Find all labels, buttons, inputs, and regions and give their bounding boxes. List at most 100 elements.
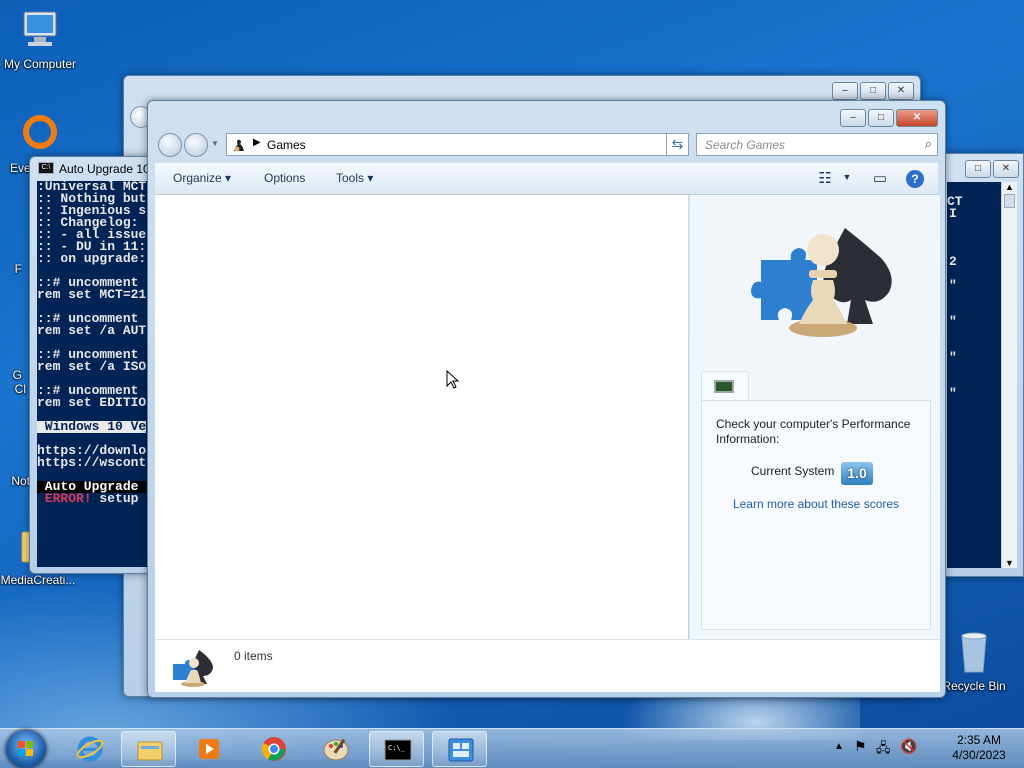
taskbar-command-prompt[interactable]: C:\_ <box>369 731 424 767</box>
search-placeholder: Search Games <box>705 138 786 152</box>
folder-icon <box>137 741 163 761</box>
media-player-icon <box>199 739 219 759</box>
close-button[interactable]: ✕ <box>896 109 938 127</box>
paint-palette-icon <box>323 738 349 761</box>
desktop-icon-my-computer[interactable]: My Computer <box>0 8 82 71</box>
change-view-icon[interactable]: ☷ <box>815 169 835 189</box>
close-button[interactable]: ✕ <box>888 82 914 100</box>
internet-explorer-icon <box>76 736 104 762</box>
console-output: :Universal MCT :: Nothing but :: Ingenio… <box>37 181 156 567</box>
console-line: rem set /a ISO <box>37 359 147 374</box>
performance-tab[interactable] <box>701 371 749 401</box>
computer-icon <box>23 11 57 46</box>
scroll-down-arrow-icon[interactable]: ▼ <box>1002 558 1017 568</box>
minimize-button[interactable]: – <box>840 109 866 127</box>
vertical-scrollbar[interactable]: ▲ ▼ <box>1001 182 1017 568</box>
console-char: I <box>949 206 957 221</box>
search-icon[interactable]: ⌕ <box>925 136 932 152</box>
console-window[interactable]: C:\ Auto Upgrade 10 :Universal MCT :: No… <box>29 156 157 574</box>
system-clock[interactable]: 2:35 AM 4/30/2023 <box>944 733 1014 763</box>
details-pane: 0 items <box>155 639 940 692</box>
refresh-button[interactable]: ⇆ <box>666 133 689 156</box>
navigation-bar: ▼ ▶ Games ▼ ⇆ Search Games ⌕ <box>156 131 938 159</box>
console-error-text: setup <box>91 491 139 506</box>
learn-more-link[interactable]: Learn more about these scores <box>702 497 930 511</box>
clock-time: 2:35 AM <box>956 733 1002 747</box>
console-banner: Windows 10 Ve <box>37 419 147 434</box>
performance-score-badge: 1.0 <box>841 462 873 485</box>
show-hidden-icons-chevron-icon[interactable]: ▲ <box>834 741 844 752</box>
control-panel-icon <box>448 738 474 762</box>
taskbar-chrome[interactable] <box>246 731 301 767</box>
taskbar-internet-explorer[interactable] <box>62 731 117 767</box>
breadcrumb-games[interactable]: Games <box>267 138 306 152</box>
taskbar-paint[interactable] <box>308 731 363 767</box>
right-console-caption-buttons: □ ✕ <box>965 160 1019 178</box>
games-content-area[interactable] <box>155 195 688 639</box>
taskbar-windows-explorer[interactable] <box>121 731 176 767</box>
console-char: 2 <box>949 254 957 269</box>
clock-date: 4/30/2023 <box>952 748 1006 762</box>
performance-monitor-icon <box>714 380 734 393</box>
taskbar-media-player[interactable] <box>181 731 236 767</box>
notification-area: ▲ ⚑ 🖧 🔇 <box>832 733 932 765</box>
console-line: rem set MCT=21 <box>37 287 147 302</box>
network-icon[interactable]: 🖧 <box>876 739 891 761</box>
scroll-up-arrow-icon[interactable]: ▲ <box>1002 182 1017 192</box>
taskbar-control-panel[interactable] <box>432 731 487 767</box>
console-app-icon: C:\ <box>38 162 54 174</box>
windows-logo-icon <box>18 741 33 756</box>
organize-label: Organize <box>173 171 222 185</box>
tools-menu[interactable]: Tools ▾ <box>336 171 373 185</box>
recycle-bin-icon <box>961 632 987 673</box>
console-char: " <box>949 350 957 365</box>
back-button[interactable] <box>158 133 182 157</box>
games-explorer-window[interactable]: – □ ✕ ▼ ▶ Games ▼ ⇆ Search Games ⌕ Organ… <box>147 100 946 698</box>
orange-ring-icon <box>23 115 57 149</box>
volume-muted-icon[interactable]: 🔇 <box>900 738 917 755</box>
item-count: 0 items <box>234 649 273 663</box>
options-button[interactable]: Options <box>264 171 305 185</box>
maximize-button[interactable]: □ <box>868 109 894 127</box>
organize-menu[interactable]: Organize ▾ <box>173 171 231 185</box>
right-console-window[interactable]: □ ✕ CT I 2 " " " " ▲ ▼ <box>940 153 1024 577</box>
current-system-label: Current System <box>751 464 835 478</box>
maximize-button[interactable]: □ <box>965 160 991 178</box>
close-button[interactable]: ✕ <box>993 160 1019 178</box>
background-window-caption-buttons: – □ ✕ <box>832 82 914 100</box>
preview-pane: Check your computer's Performance Inform… <box>689 195 940 639</box>
tools-label: Tools <box>336 171 365 185</box>
recent-pages-chevron-icon[interactable]: ▼ <box>211 139 219 148</box>
console-line: :: on upgrade: <box>37 251 147 266</box>
console-char: " <box>949 278 957 293</box>
maximize-button[interactable]: □ <box>860 82 886 100</box>
preview-pane-icon[interactable]: ▭ <box>870 169 890 189</box>
games-small-icon <box>173 650 213 687</box>
games-folder-icon <box>234 139 244 152</box>
help-icon[interactable]: ? <box>906 170 924 188</box>
search-input[interactable]: Search Games ⌕ <box>696 133 938 156</box>
chrome-icon <box>261 737 286 761</box>
command-bar: Organize ▾ Options Tools ▾ ☷ ▼ ▭ ? <box>155 163 938 195</box>
console-error-label: ERROR! <box>37 491 92 506</box>
console-line: rem set EDITIO <box>37 395 147 410</box>
mouse-cursor-icon <box>446 370 460 389</box>
forward-button[interactable] <box>184 133 208 157</box>
performance-info-text: Check your computer's Performance Inform… <box>716 417 911 446</box>
right-console-body: CT I 2 " " " " <box>947 182 1001 568</box>
desktop-icon-label: MediaCreati... <box>0 573 76 587</box>
console-title: Auto Upgrade 10 <box>59 162 150 176</box>
performance-info-panel: Check your computer's Performance Inform… <box>701 400 931 630</box>
breadcrumb-arrow-icon[interactable]: ▶ <box>253 137 261 148</box>
scrollbar-thumb[interactable] <box>1004 194 1015 208</box>
command-prompt-icon: C:\_ <box>384 739 412 761</box>
console-char: " <box>949 386 957 401</box>
console-char: " <box>949 314 957 329</box>
start-button[interactable] <box>6 730 46 768</box>
games-hero-icon <box>751 228 892 337</box>
action-center-flag-icon[interactable]: ⚑ <box>854 738 867 755</box>
view-options-chevron-icon[interactable]: ▼ <box>837 172 857 192</box>
desktop-icon-label: My Computer <box>3 57 77 71</box>
minimize-button[interactable]: – <box>832 82 858 100</box>
address-bar[interactable]: ▶ Games ▼ <box>226 133 689 156</box>
